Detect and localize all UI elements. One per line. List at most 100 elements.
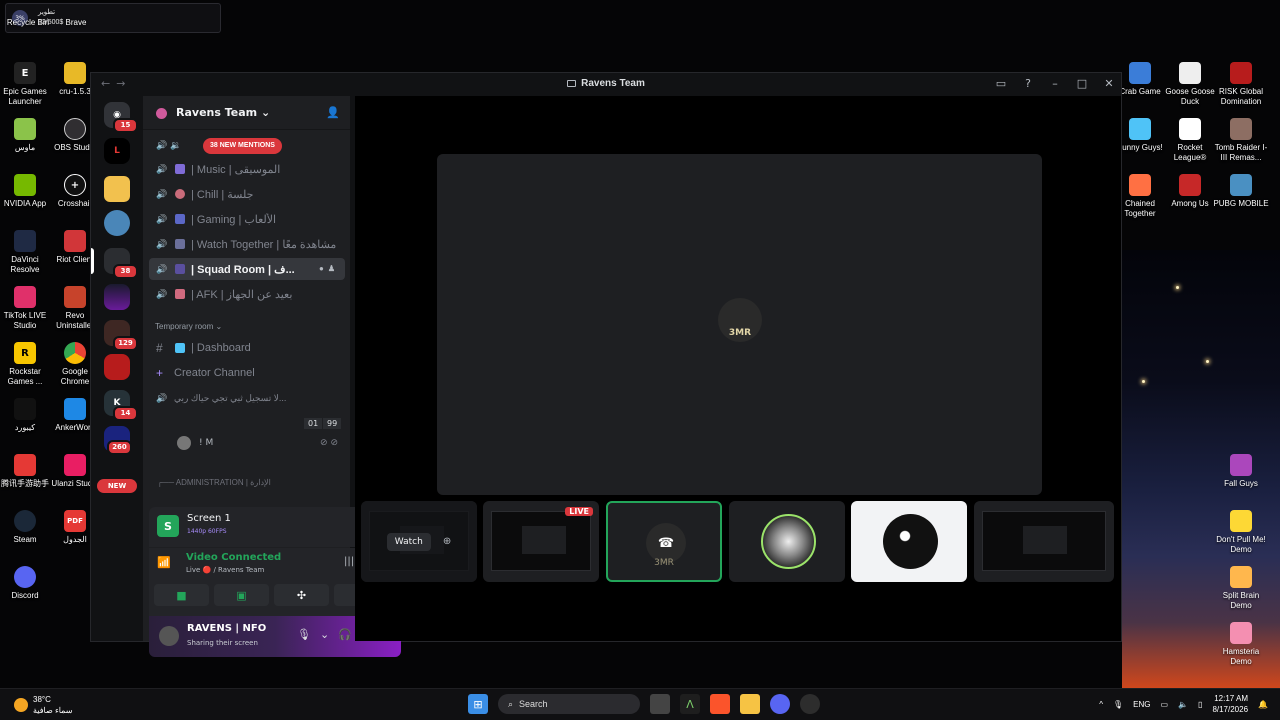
- connection-status[interactable]: Video Connected: [186, 552, 281, 563]
- stream-quality: 1440p 60FPS: [187, 528, 227, 535]
- voice-channel-chill[interactable]: 🔊 | Chill | جلسة: [149, 183, 345, 205]
- stream-title: Screen 1: [187, 513, 231, 524]
- clock[interactable]: 12:17 AM 8/17/2026: [1212, 693, 1248, 715]
- notifications-bell-icon[interactable]: 🔔: [1258, 700, 1268, 709]
- desktop-icon-dont-pull[interactable]: Don't Pull Me! Demo: [1213, 510, 1269, 555]
- voice-channel-squad-room[interactable]: 🔊 | Squad Room | ف... ●♟: [149, 258, 345, 280]
- steam-taskbar-icon[interactable]: [800, 694, 820, 714]
- desktop-icon-steam[interactable]: Steam: [0, 510, 53, 545]
- discord-taskbar-icon[interactable]: [770, 694, 790, 714]
- desktop-icon-tomb-raider[interactable]: Tomb Raider I-III Remas...: [1213, 118, 1269, 163]
- category-administration[interactable]: ┌── ADMINISTRATION | الإدارة: [157, 478, 343, 487]
- watch-stream-button[interactable]: Watch: [386, 532, 431, 551]
- avatar: [883, 514, 938, 569]
- focused-participant-tile[interactable]: 3MR: [437, 154, 1042, 495]
- desktop-icon-risk[interactable]: RISK Global Domination: [1213, 62, 1269, 107]
- popout-icon[interactable]: ⊕: [443, 536, 451, 547]
- desktop-icon-tiktok[interactable]: TikTok LIVE Studio: [0, 286, 53, 331]
- start-button[interactable]: ⊞: [468, 694, 488, 714]
- desktop-icon-tencent[interactable]: 腾讯手游助手: [0, 454, 53, 489]
- chevron-down-icon[interactable]: ⌄: [320, 628, 329, 641]
- riot-icon: [64, 230, 86, 252]
- brave-taskbar-icon[interactable]: [710, 694, 730, 714]
- file-explorer-icon[interactable]: [740, 694, 760, 714]
- taskbar-search[interactable]: ⌕ Search: [498, 694, 640, 714]
- chat-bubble-icon[interactable]: ●: [319, 264, 328, 273]
- category-temporary-room[interactable]: Temporary room ⌄: [155, 322, 222, 331]
- participant-tile-stream[interactable]: Watch ⊕: [361, 501, 477, 582]
- desktop-icon-discord[interactable]: Discord: [0, 566, 53, 601]
- new-mentions-pill[interactable]: 38 NEW MENTIONS: [203, 138, 282, 154]
- desktop-icon-brave[interactable]: Brave: [48, 18, 104, 28]
- new-unreads-pill[interactable]: NEW: [97, 479, 137, 493]
- afk-icon: [175, 289, 185, 299]
- chevron-up-icon[interactable]: ^: [1099, 700, 1103, 709]
- desktop-icon-keyboard[interactable]: كيبورد: [0, 398, 53, 433]
- desktop-icon-mouse[interactable]: ماوس: [0, 118, 53, 153]
- add-member-icon[interactable]: ♟: [328, 264, 339, 273]
- voice-channel-afk[interactable]: 🔊 | AFK | بعيد عن الجهاز: [149, 283, 345, 305]
- close-icon[interactable]: ✕: [1103, 77, 1115, 90]
- server-icon-avatar[interactable]: [104, 210, 130, 236]
- channel-sidebar: Ravens Team ⌄ 👤 🔊 🔉 38 NEW MENTIONS 🔊 | Mu…: [143, 96, 401, 657]
- help-icon[interactable]: ?: [1022, 77, 1034, 90]
- desktop-icon-hamsteria[interactable]: Hamsteria Demo: [1213, 622, 1269, 667]
- server-icon-red[interactable]: [104, 354, 130, 380]
- task-view-icon[interactable]: [650, 694, 670, 714]
- server-icon-last[interactable]: L: [104, 138, 130, 164]
- camera-button[interactable]: ■: [154, 584, 209, 606]
- window-title: Ravens Team: [581, 78, 645, 89]
- obs-icon: [64, 118, 86, 140]
- participant-tile-speaking[interactable]: ☎ 3MR: [606, 501, 722, 582]
- headphones-icon[interactable]: 🎧: [338, 628, 352, 641]
- server-header[interactable]: Ravens Team ⌄ 👤: [143, 96, 350, 130]
- desktop-icon-nvidia[interactable]: NVIDIA App: [0, 174, 53, 209]
- minimize-icon[interactable]: –: [1049, 77, 1061, 90]
- battery-icon[interactable]: ▯: [1198, 700, 1202, 709]
- maximize-icon[interactable]: □: [1076, 77, 1088, 90]
- server-icon-purple[interactable]: [104, 284, 130, 310]
- voice-channel-music[interactable]: 🔊 | Music | الموسيقى: [149, 158, 345, 180]
- hamsteria-icon: [1230, 622, 1252, 644]
- desktop-icon-among-us[interactable]: Among Us: [1162, 174, 1218, 209]
- network-icon[interactable]: ▭: [1161, 700, 1169, 709]
- avatar[interactable]: [159, 626, 179, 646]
- desktop-icon-rockstar[interactable]: R Rockstar Games ...: [0, 342, 53, 387]
- volume-icon[interactable]: 🔈: [1178, 700, 1188, 709]
- anker-icon: [64, 398, 86, 420]
- text-channel-dashboard[interactable]: # | Dashboard: [149, 337, 345, 359]
- desktop-icon-goose[interactable]: Goose Goose Duck: [1162, 62, 1218, 107]
- mouse-app-icon: [14, 118, 36, 140]
- voice-user[interactable]: ! M: [177, 436, 213, 450]
- server-badge: 129: [113, 336, 138, 351]
- desktop-icon-davinci[interactable]: DaVinci Resolve: [0, 230, 53, 275]
- participant-tile-stream[interactable]: [974, 501, 1114, 582]
- voice-channel-gaming[interactable]: 🔊 | Gaming | الألعاب: [149, 208, 345, 230]
- voice-channel-temp[interactable]: 🔊 لا تسجيل ثبي تجي حياك ربي...: [149, 387, 345, 409]
- creator-channel[interactable]: + Creator Channel: [149, 362, 345, 384]
- noise-suppression-icon[interactable]: |||: [344, 556, 354, 567]
- desktop-icon-pubg[interactable]: PUBG MOBILE: [1213, 174, 1269, 209]
- participant-tile[interactable]: [851, 501, 967, 582]
- activities-button[interactable]: ✣: [274, 584, 329, 606]
- participant-tile[interactable]: [729, 501, 845, 582]
- language-indicator[interactable]: ENG: [1133, 700, 1150, 709]
- desktop-icon-epic-games[interactable]: E Epic Games Launcher: [0, 62, 53, 107]
- mic-tray-icon[interactable]: 🎙: [1113, 700, 1123, 709]
- participant-tile-live[interactable]: LIVE: [483, 501, 599, 582]
- participant-avatar: 3MR: [718, 298, 762, 342]
- date: 8/17/2026: [1212, 705, 1249, 714]
- invite-people-icon[interactable]: 👤: [326, 106, 340, 119]
- server-folder[interactable]: [104, 176, 130, 202]
- desktop-icon-split-brain[interactable]: Split Brain Demo: [1213, 566, 1269, 611]
- dashboard-icon: [175, 343, 185, 353]
- microphone-icon[interactable]: 🎙: [297, 628, 311, 641]
- desktop-icon-fall-guys[interactable]: Fall Guys: [1213, 454, 1269, 489]
- rockstar-icon: R: [14, 342, 36, 364]
- terminal-app-icon[interactable]: Λ: [680, 694, 700, 714]
- inbox-icon[interactable]: ▭: [995, 77, 1007, 90]
- desktop-icon-rocket-league[interactable]: Rocket League®: [1162, 118, 1218, 163]
- voice-channel-watch-together[interactable]: 🔊 | Watch Together | مشاهدة معًا: [149, 233, 345, 255]
- weather-widget[interactable]: 38°C سماء صافية: [14, 694, 73, 716]
- screen-share-button[interactable]: ▣: [214, 584, 269, 606]
